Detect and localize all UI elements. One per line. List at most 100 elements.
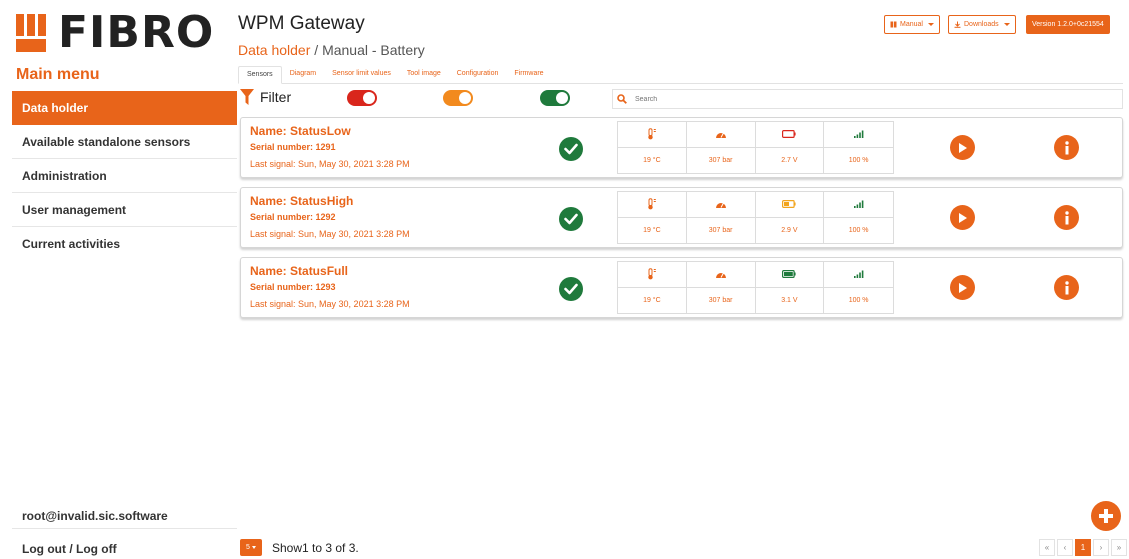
page-1-button[interactable]: 1 (1075, 539, 1091, 556)
tab-sensors[interactable]: Sensors (238, 66, 282, 84)
play-button[interactable] (950, 275, 975, 300)
last-page-button[interactable]: » (1111, 539, 1127, 556)
search-icon (617, 94, 627, 104)
first-page-button[interactable]: « (1039, 539, 1055, 556)
pagination: « ‹ 1 › » (1039, 539, 1127, 556)
downloads-button[interactable]: Downloads (948, 15, 1016, 34)
tab-sensor-limit-values[interactable]: Sensor limit values (324, 66, 399, 84)
info-icon (1064, 140, 1069, 154)
filter-label: Filter (260, 89, 292, 105)
current-user: root@invalid.sic.software (12, 503, 237, 529)
info-button[interactable] (1054, 275, 1079, 300)
check-circle-icon (559, 277, 583, 301)
play-button[interactable] (950, 135, 975, 160)
sensor-name[interactable]: Name: StatusLow (250, 124, 351, 138)
play-icon (959, 212, 967, 223)
tab-diagram[interactable]: Diagram (282, 66, 324, 84)
signal-value: 100 % (848, 226, 869, 234)
manual-button[interactable]: Manual (884, 15, 940, 34)
info-icon (1064, 280, 1069, 294)
add-button[interactable] (1091, 501, 1121, 531)
temperature-value: 19 °C (618, 147, 687, 173)
plus-icon (1099, 509, 1113, 523)
voltage-value: 2.7 V (756, 147, 825, 173)
temperature-value: 19 °C (618, 287, 687, 313)
sensor-card: Name: StatusHigh Serial number: 1292 Las… (240, 187, 1123, 248)
info-button[interactable] (1054, 205, 1079, 230)
breadcrumb-link-data-holder[interactable]: Data holder (238, 42, 310, 58)
app-title: WPM Gateway (238, 13, 365, 34)
sensor-metrics: 19 °C 307 bar 3.1 V 100 % (617, 261, 894, 314)
sensor-metrics: 19 °C 307 bar 2.7 V 100 % (617, 121, 894, 174)
sensor-metrics: 19 °C 307 bar 2.9 V 100 % (617, 191, 894, 244)
page-size-select[interactable]: 5 (240, 539, 262, 556)
logo-mark-icon (16, 14, 50, 52)
pressure-value: 307 bar (687, 217, 756, 243)
sensor-last-signal: Last signal: Sun, May 30, 2021 3:28 PM (250, 159, 410, 169)
status-low-toggle[interactable] (347, 90, 377, 106)
sidebar-item-available-standalone-sensors[interactable]: Available standalone sensors (12, 125, 237, 159)
prev-page-button[interactable]: ‹ (1057, 539, 1073, 556)
signal-strength-icon (824, 122, 893, 148)
tab-tool-image[interactable]: Tool image (399, 66, 449, 84)
manual-button-label: Manual (900, 21, 923, 28)
play-button[interactable] (950, 205, 975, 230)
gauge-icon (686, 192, 756, 218)
gauge-icon (686, 122, 756, 148)
thermometer-icon (618, 122, 687, 148)
breadcrumb-current: Manual - Battery (322, 42, 425, 58)
fibro-logo: FIBRO (16, 10, 214, 56)
tab-firmware[interactable]: Firmware (506, 66, 551, 84)
caret-down-icon (251, 546, 256, 549)
status-high-toggle[interactable] (443, 90, 473, 106)
thermometer-icon (618, 192, 687, 218)
info-button[interactable] (1054, 135, 1079, 160)
temperature-value: 19 °C (618, 217, 687, 243)
sidebar-item-data-holder[interactable]: Data holder (12, 91, 237, 125)
page-size-value: 5 (246, 544, 250, 551)
app-window: FIBRO WPM Gateway Data holder / Manual -… (0, 0, 1129, 559)
sidebar-item-administration[interactable]: Administration (12, 159, 237, 193)
check-circle-icon (559, 207, 583, 231)
sensor-serial: Serial number: 1292 (250, 212, 336, 222)
next-page-button[interactable]: › (1093, 539, 1109, 556)
filter: Filter (240, 89, 291, 105)
sensor-last-signal: Last signal: Sun, May 30, 2021 3:28 PM (250, 229, 410, 239)
tab-configuration[interactable]: Configuration (449, 66, 507, 84)
main-menu-title: Main menu (16, 66, 100, 83)
funnel-icon (240, 89, 254, 105)
thermometer-icon (618, 262, 687, 288)
pressure-value: 307 bar (687, 147, 756, 173)
info-icon (1064, 210, 1069, 224)
play-icon (959, 282, 967, 293)
sensor-name[interactable]: Name: StatusFull (250, 264, 348, 278)
play-icon (959, 142, 967, 153)
logo-text: FIBRO (58, 7, 215, 58)
downloads-button-label: Downloads (964, 21, 999, 28)
battery-full-icon (755, 262, 825, 288)
version-label: Version 1.2.0+0c21554 (1032, 21, 1104, 28)
signal-value: 100 % (848, 156, 869, 164)
gauge-icon (686, 262, 756, 288)
voltage-value: 2.9 V (756, 217, 825, 243)
logout-link[interactable]: Log out / Log off (12, 538, 237, 559)
sidebar-item-current-activities[interactable]: Current activities (12, 227, 237, 261)
search-input[interactable] (635, 95, 1085, 103)
sensor-last-signal: Last signal: Sun, May 30, 2021 3:28 PM (250, 299, 410, 309)
version-button[interactable]: Version 1.2.0+0c21554 (1026, 15, 1110, 34)
sidebar-item-user-management[interactable]: User management (12, 193, 237, 227)
sidebar-menu: Data holder Available standalone sensors… (12, 91, 237, 261)
book-icon (890, 21, 897, 28)
pressure-value: 307 bar (687, 287, 756, 313)
sensor-name[interactable]: Name: StatusHigh (250, 194, 353, 208)
status-full-toggle[interactable] (540, 90, 570, 106)
caret-down-icon (927, 23, 934, 26)
download-icon (954, 21, 961, 28)
breadcrumb-separator: / (310, 42, 323, 58)
breadcrumb: Data holder / Manual - Battery (238, 42, 425, 58)
sensor-card: Name: StatusFull Serial number: 1293 Las… (240, 257, 1123, 318)
tab-bar: Sensors Diagram Sensor limit values Tool… (238, 66, 1123, 84)
caret-down-icon (1003, 23, 1010, 26)
battery-low-icon (755, 122, 825, 148)
signal-value: 100 % (848, 296, 869, 304)
